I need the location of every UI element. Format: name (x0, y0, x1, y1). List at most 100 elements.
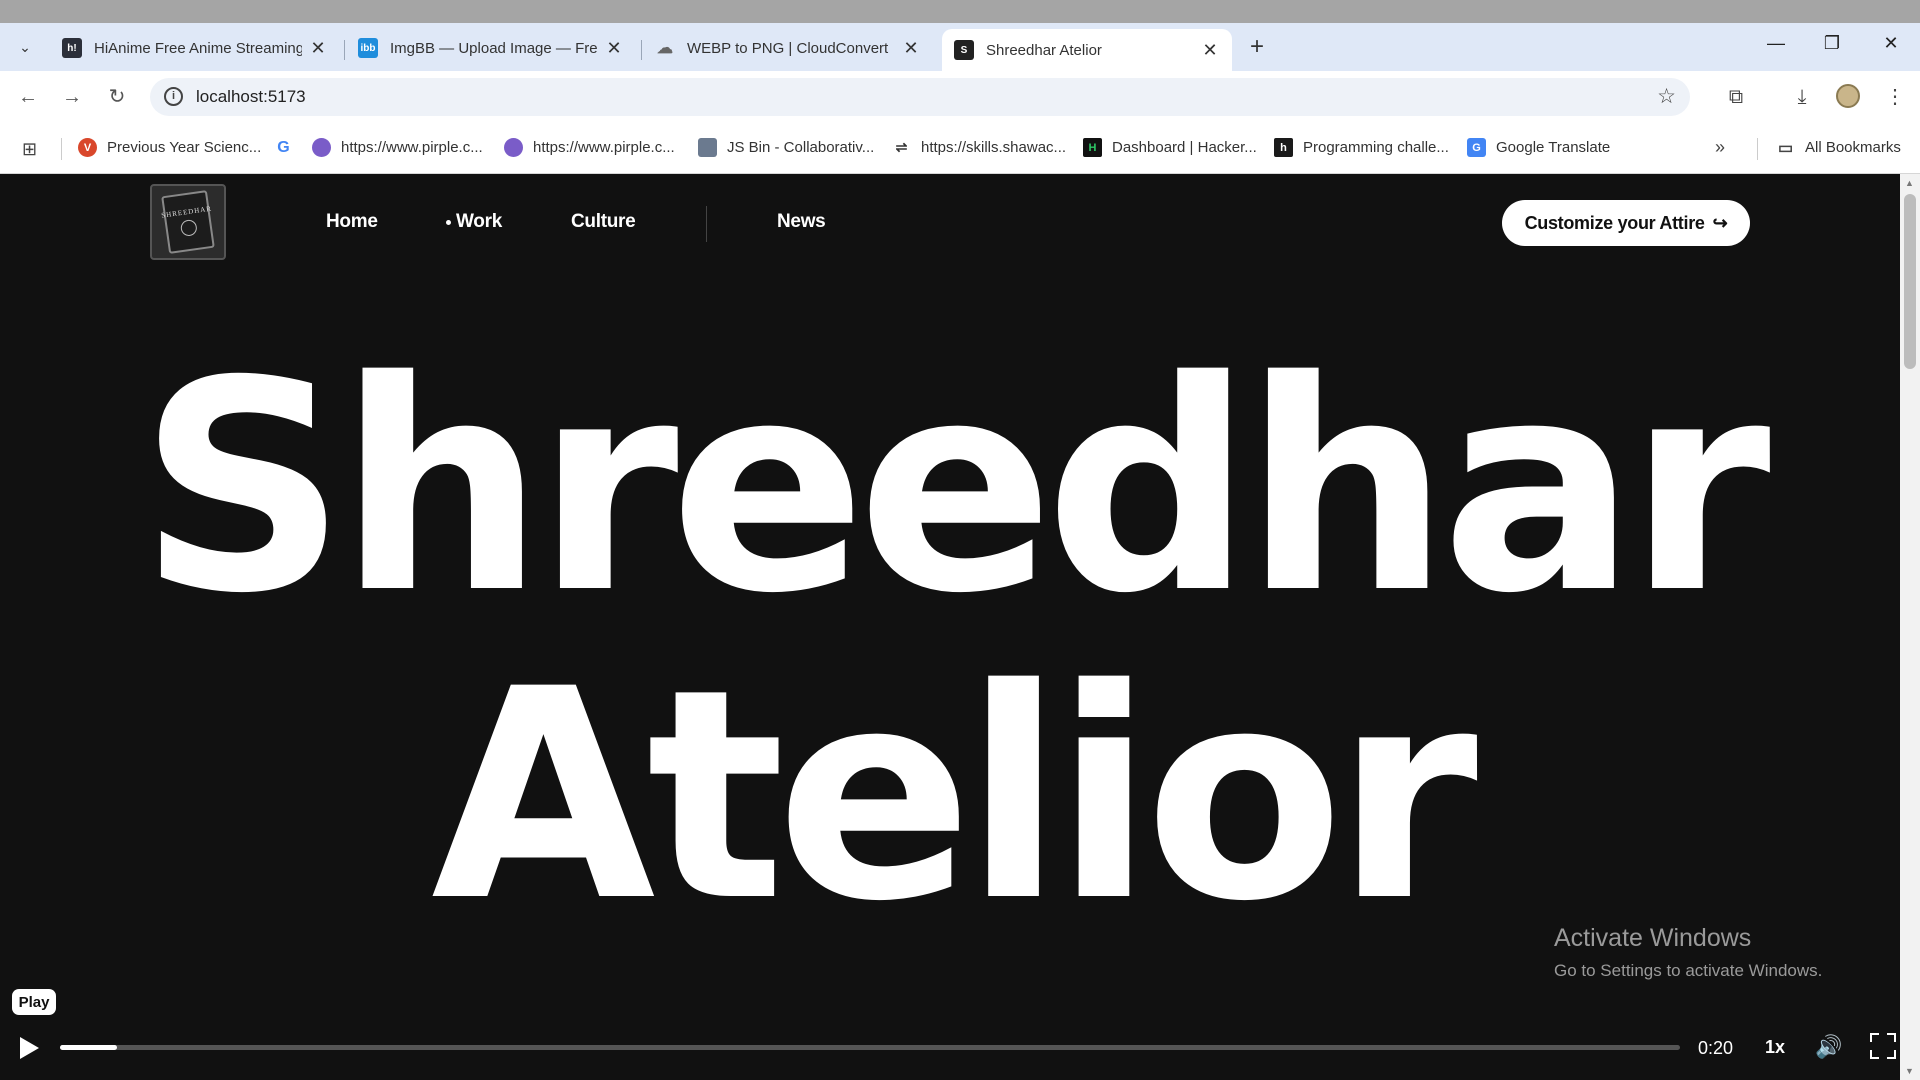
bookmark-divider (1757, 138, 1758, 160)
scroll-down-arrow-icon[interactable]: ▼ (1905, 1066, 1914, 1076)
hero-title-line-2: Atelior (431, 628, 1478, 965)
address-bar[interactable]: i localhost:5173 ☆ (150, 78, 1690, 116)
all-bookmarks-label: All Bookmarks (1805, 139, 1901, 156)
bookmark-item[interactable]: ⇌ https://skills.shawac... (892, 138, 1066, 157)
volume-icon[interactable]: 🔊 (1815, 1034, 1842, 1060)
page-scrollbar[interactable]: ▲ ▼ (1900, 174, 1920, 1080)
bookmark-label: Programming challe... (1303, 139, 1449, 156)
new-tab-plus-icon[interactable]: + (1244, 35, 1270, 59)
hackerrank-favicon-icon: H (1083, 138, 1102, 157)
menu-kebab-icon[interactable]: ⋮ (1880, 83, 1910, 111)
bookmark-star-icon[interactable]: ☆ (1657, 84, 1676, 109)
nav-news[interactable]: News (777, 211, 826, 233)
screen: ⌄ h! HiAnime Free Anime Streaming ✕ ibb … (0, 0, 1920, 1080)
activate-windows-watermark: Activate Windows Go to Settings to activ… (1554, 924, 1822, 981)
imgbb-favicon-icon: ibb (358, 38, 378, 58)
bookmark-item[interactable]: H Dashboard | Hacker... (1083, 138, 1257, 157)
video-progress-bar[interactable] (60, 1045, 1680, 1050)
download-icon[interactable]: ⤓ (1787, 83, 1817, 111)
tab-cloudconvert[interactable]: ☁ WEBP to PNG | CloudConvert ✕ (643, 29, 933, 67)
close-icon[interactable]: ✕ (1200, 40, 1220, 61)
bookmark-item[interactable]: h Programming challe... (1274, 138, 1449, 157)
bookmark-item[interactable]: G Google Translate (1467, 138, 1610, 157)
tab-divider (344, 40, 345, 60)
bookmark-item[interactable]: https://www.pirple.c... (504, 138, 675, 157)
hero-title-line-1: Shreedhar (138, 320, 1770, 657)
folder-icon: ▭ (1777, 139, 1794, 157)
scroll-up-arrow-icon[interactable]: ▲ (1905, 178, 1914, 188)
watermark-subtitle: Go to Settings to activate Windows. (1554, 961, 1823, 980)
close-icon[interactable]: ✕ (901, 38, 921, 59)
close-icon[interactable]: ✕ (604, 38, 624, 59)
restore-icon[interactable]: ❐ (1812, 33, 1852, 54)
cta-label: Customize your Attire (1524, 212, 1705, 233)
bookmark-label: https://skills.shawac... (921, 139, 1067, 156)
site-logo[interactable]: SHREEDHAR (150, 184, 226, 260)
tab-hianime[interactable]: h! HiAnime Free Anime Streaming ✕ (50, 29, 340, 67)
tab-label: WEBP to PNG | CloudConvert (687, 39, 889, 57)
video-progress-fill (60, 1045, 117, 1050)
skills-favicon-icon: ⇌ (895, 139, 908, 155)
bookmark-label: Previous Year Scienc... (107, 139, 262, 156)
address-url[interactable]: localhost:5173 (196, 87, 306, 107)
vedantu-favicon-icon: V (78, 138, 97, 157)
bookmark-item[interactable]: https://www.pirple.c... (312, 138, 483, 157)
play-tooltip: Play (12, 989, 56, 1015)
video-time: 0:20 (1698, 1038, 1734, 1058)
arrow-return-icon: ↪ (1712, 212, 1728, 233)
minimize-icon[interactable]: — (1756, 33, 1796, 54)
bookmarks-bar: ⊞ V Previous Year Scienc... G https://ww… (0, 123, 1920, 174)
bookmark-divider (61, 138, 62, 160)
tab-label: ImgBB — Upload Image — Fre (390, 39, 598, 57)
video-top-strip (0, 0, 1920, 23)
bookmark-label: https://www.pirple.c... (533, 139, 675, 156)
nav-home[interactable]: Home (326, 211, 378, 233)
tab-bar: ⌄ h! HiAnime Free Anime Streaming ✕ ibb … (0, 23, 1920, 71)
pirple-favicon-icon (504, 138, 523, 157)
hianime-favicon-icon: h! (62, 38, 82, 58)
bookmark-label: JS Bin - Collaborativ... (727, 139, 875, 156)
watermark-title: Activate Windows (1554, 924, 1752, 952)
scroll-thumb[interactable] (1904, 194, 1916, 369)
nav-work[interactable]: Work (456, 211, 502, 233)
customize-attire-button[interactable]: Customize your Attire ↪ (1502, 200, 1750, 246)
bookmark-item[interactable]: V Previous Year Scienc... (78, 138, 261, 157)
back-arrow-icon[interactable]: ← (14, 85, 42, 109)
browser-chrome: ⌄ h! HiAnime Free Anime Streaming ✕ ibb … (0, 23, 1920, 174)
nav-culture[interactable]: Culture (571, 211, 636, 233)
logo-seal (179, 218, 198, 237)
bookmark-item-google[interactable]: G (274, 138, 303, 157)
tab-label: HiAnime Free Anime Streaming (94, 39, 302, 57)
more-bookmarks-chevron-icon[interactable]: » (1715, 137, 1725, 158)
tab-label: Shreedhar Atelior (986, 41, 1102, 59)
tab-shreedhar-atelior[interactable]: S Shreedhar Atelior ✕ (942, 29, 1232, 71)
bookmark-item[interactable]: JS Bin - Collaborativ... (698, 138, 874, 157)
reload-icon[interactable]: ↻ (103, 85, 131, 109)
cloud-favicon-icon: ☁ (657, 40, 673, 57)
tab-divider (641, 40, 642, 60)
site-info-icon[interactable]: i (164, 87, 183, 106)
nav-divider (706, 206, 707, 242)
bookmark-label: Google Translate (1496, 139, 1611, 156)
hackerearth-favicon-icon: h (1274, 138, 1293, 157)
fullscreen-icon[interactable] (1870, 1033, 1896, 1059)
apps-grid-icon[interactable]: ⊞ (22, 139, 37, 160)
tab-search-chevron-icon[interactable]: ⌄ (8, 33, 42, 61)
profile-avatar[interactable] (1836, 84, 1860, 108)
active-dot (446, 220, 451, 225)
tab-imgbb[interactable]: ibb ImgBB — Upload Image — Fre ✕ (346, 29, 636, 67)
close-icon[interactable]: ✕ (308, 38, 328, 59)
bookmark-label: https://www.pirple.c... (341, 139, 483, 156)
google-translate-icon: G (1467, 138, 1486, 157)
extensions-puzzle-icon[interactable]: ⧉ (1721, 83, 1751, 111)
all-bookmarks[interactable]: ▭ All Bookmarks (1776, 138, 1901, 157)
play-icon[interactable] (20, 1037, 39, 1059)
pirple-favicon-icon (312, 138, 331, 157)
bookmark-label: Dashboard | Hacker... (1112, 139, 1257, 156)
logo-book-icon: SHREEDHAR (161, 190, 215, 254)
logo-text: SHREEDHAR (160, 204, 213, 220)
google-icon: G (277, 138, 290, 156)
forward-arrow-icon[interactable]: → (58, 85, 86, 109)
close-window-icon[interactable]: ✕ (1871, 33, 1911, 54)
playback-speed[interactable]: 1x (1765, 1037, 1785, 1058)
